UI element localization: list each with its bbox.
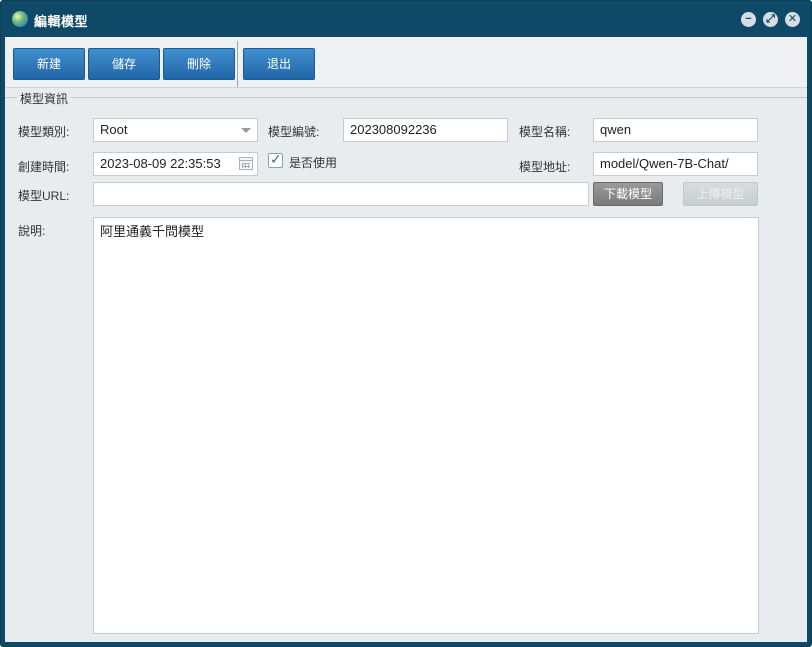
toolbar-separator bbox=[237, 41, 238, 87]
toolbar: 新建 儲存 刪除 退出 bbox=[5, 37, 807, 88]
section-divider bbox=[5, 97, 807, 98]
exit-button[interactable]: 退出 bbox=[243, 48, 315, 80]
model-name-label: 模型名稱: bbox=[519, 125, 571, 139]
in-use-label: 是否使用 bbox=[289, 156, 338, 170]
model-no-input[interactable]: 202308092236 bbox=[343, 118, 508, 142]
window-body: 新建 儲存 刪除 退出 模型資訊 模型類別: Root 模型編號: 202308… bbox=[5, 37, 807, 642]
restore-button[interactable]: ⤢ bbox=[763, 12, 778, 27]
calendar-icon[interactable] bbox=[239, 157, 253, 170]
category-select[interactable]: Root bbox=[93, 118, 258, 142]
delete-button[interactable]: 刪除 bbox=[163, 48, 235, 80]
edit-model-window: 編輯模型 − ⤢ ✕ 新建 儲存 刪除 退出 模型資訊 模型類別: Root 模… bbox=[0, 0, 812, 647]
minimize-button[interactable]: − bbox=[741, 12, 756, 27]
close-button[interactable]: ✕ bbox=[785, 12, 800, 27]
created-time-label: 創建時間: bbox=[18, 160, 70, 174]
download-model-button[interactable]: 下載模型 bbox=[593, 182, 663, 206]
new-button[interactable]: 新建 bbox=[13, 48, 85, 80]
model-no-label: 模型編號: bbox=[268, 125, 320, 139]
model-url-input[interactable] bbox=[93, 182, 589, 206]
description-label: 說明: bbox=[18, 224, 46, 238]
category-value: Root bbox=[100, 122, 128, 137]
title-bar[interactable]: 編輯模型 − ⤢ ✕ bbox=[1, 1, 811, 37]
save-button[interactable]: 儲存 bbox=[88, 48, 160, 80]
created-time-input[interactable]: 2023-08-09 22:35:53 bbox=[93, 152, 258, 176]
window-title: 編輯模型 bbox=[34, 14, 89, 29]
chevron-down-icon[interactable] bbox=[241, 128, 251, 133]
globe-icon bbox=[12, 11, 28, 27]
model-name-input[interactable]: qwen bbox=[593, 118, 758, 142]
model-url-label: 模型URL: bbox=[18, 189, 70, 203]
upload-model-button[interactable]: 上傳模型 bbox=[683, 182, 758, 206]
in-use-checkbox[interactable]: ✓ bbox=[268, 151, 283, 168]
description-textarea[interactable]: 阿里通義千問模型 bbox=[93, 217, 759, 634]
model-address-input[interactable]: model/Qwen-7B-Chat/ bbox=[593, 152, 758, 176]
check-icon: ✓ bbox=[270, 151, 282, 167]
section-title: 模型資訊 bbox=[17, 90, 72, 107]
created-time-value: 2023-08-09 22:35:53 bbox=[100, 156, 221, 171]
model-address-label: 模型地址: bbox=[519, 160, 571, 174]
category-label: 模型類別: bbox=[18, 125, 70, 139]
